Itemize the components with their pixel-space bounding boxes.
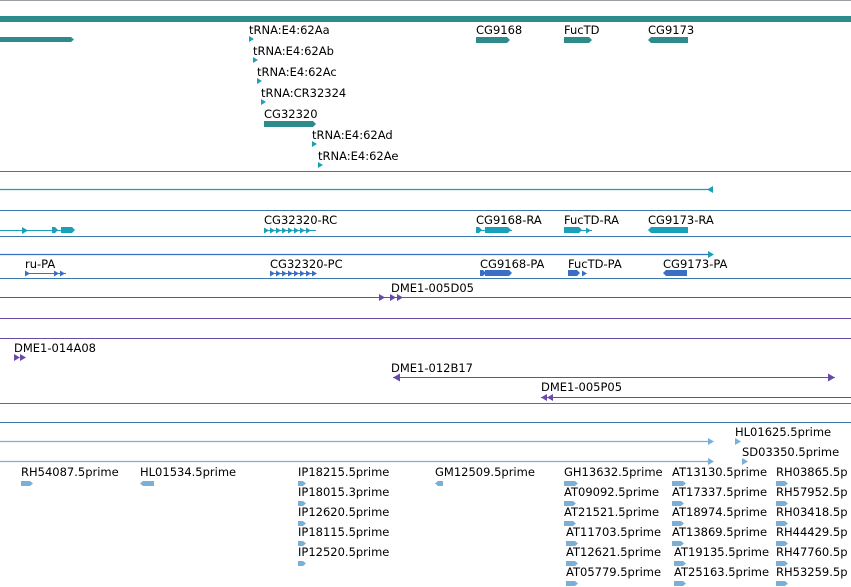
exon-arrow-icon — [288, 270, 293, 277]
clone-end-arrow-icon — [20, 354, 26, 361]
clone-end-arrow-icon — [397, 294, 403, 301]
est-label[interactable]: GH13632.5prime — [564, 465, 663, 479]
est-arrow-icon — [735, 438, 741, 445]
clone-end-arrow-icon — [828, 373, 835, 382]
est-feature — [566, 581, 578, 586]
gene-label[interactable]: CG9173 — [648, 23, 694, 37]
est-label[interactable]: RH03865.5p — [776, 465, 848, 479]
exon-arrow-icon — [582, 270, 587, 277]
est-feature — [776, 581, 788, 586]
est-label[interactable]: RH44429.5p — [776, 525, 848, 539]
gene-span-bar — [0, 16, 851, 22]
gene-label[interactable]: tRNA:CR32324 — [261, 86, 346, 100]
span-end-arrow-icon — [708, 438, 714, 445]
est-label[interactable]: AT12621.5prime — [566, 545, 661, 559]
est-label[interactable]: AT18974.5prime — [672, 505, 767, 519]
span-end-arrow-icon — [708, 458, 714, 465]
est-label[interactable]: AT11703.5prime — [566, 525, 661, 539]
est-label[interactable]: IP12520.5prime — [298, 545, 389, 559]
est-label[interactable]: AT09092.5prime — [564, 485, 659, 499]
est-label[interactable]: AT17337.5prime — [672, 485, 767, 499]
transcript-label[interactable]: CG32320-RC — [264, 213, 337, 227]
protein-label[interactable]: ru-PA — [25, 257, 55, 271]
gene-label[interactable]: FucTD — [564, 23, 599, 37]
clone-end-arrow-icon — [14, 354, 20, 361]
exon-arrow-icon — [300, 270, 305, 277]
est-label[interactable]: RH53259.5p — [776, 565, 848, 579]
est-feature — [674, 581, 686, 586]
exon-arrow-icon — [312, 270, 317, 277]
genome-browser-panel: tRNA:E4:62Aa tRNA:E4:62Ab tRNA:E4:62Ac tRNA… — [0, 0, 851, 587]
transcript-label[interactable]: FucTD-RA — [564, 213, 619, 227]
gene-feature — [648, 37, 688, 43]
est-label[interactable]: IP12620.5prime — [298, 505, 389, 519]
est-label[interactable]: RH54087.5prime — [21, 465, 119, 479]
est-label[interactable]: RH47760.5p — [776, 545, 848, 559]
clone-label[interactable]: DME1-012B17 — [391, 361, 473, 375]
est-label[interactable]: RH03418.5p — [776, 505, 848, 519]
exon-arrow-icon — [60, 270, 65, 277]
gene-label[interactable]: CG9168 — [476, 23, 522, 37]
exon-arrow-icon — [294, 270, 299, 277]
est-label[interactable]: HL01625.5prime — [735, 425, 831, 439]
exon-block — [648, 227, 688, 233]
exon-arrow-icon — [25, 270, 30, 277]
gene-label[interactable]: tRNA:E4:62Ac — [257, 65, 337, 79]
est-label[interactable]: AT13130.5prime — [672, 465, 767, 479]
est-feature — [298, 561, 306, 566]
gene-feature — [476, 37, 510, 43]
est-label[interactable]: IP18215.5prime — [298, 465, 389, 479]
gene-label[interactable]: CG32320 — [264, 107, 318, 121]
est-label[interactable]: IP18015.3prime — [298, 485, 389, 499]
gene-feature — [564, 37, 592, 43]
est-label[interactable]: SD03350.5prime — [742, 445, 839, 459]
clone-end-arrow-icon — [390, 294, 396, 301]
transcript-label[interactable]: CG9168-RA — [476, 213, 542, 227]
est-label[interactable]: GM12509.5prime — [435, 465, 535, 479]
protein-label[interactable]: CG9173-PA — [663, 257, 727, 271]
protein-label[interactable]: FucTD-PA — [568, 257, 622, 271]
gene-feature — [0, 37, 74, 42]
gene-label[interactable]: tRNA:E4:62Ad — [312, 128, 393, 142]
est-label[interactable]: HL01534.5prime — [140, 465, 236, 479]
exon-block — [52, 227, 58, 233]
est-feature — [435, 481, 443, 486]
clone-end-arrow-icon — [547, 394, 553, 401]
clone-label[interactable]: DME1-005D05 — [391, 281, 474, 295]
exon-arrow-icon — [22, 227, 28, 234]
transcript-label[interactable]: CG9173-RA — [648, 213, 714, 227]
est-label[interactable]: AT19135.5prime — [674, 545, 769, 559]
gene-feature — [264, 121, 316, 127]
exon-block — [61, 227, 75, 233]
est-arrow-icon — [742, 458, 748, 465]
exon-arrow-icon — [54, 270, 59, 277]
est-label[interactable]: AT25163.5prime — [674, 565, 769, 579]
clone-label[interactable]: DME1-014A08 — [14, 341, 96, 355]
exon-arrow-icon — [282, 270, 287, 277]
clone-label[interactable]: DME1-005P05 — [541, 380, 622, 394]
est-label[interactable]: RH57952.5p — [776, 485, 848, 499]
est-feature — [21, 481, 33, 486]
span-end-arrow-icon — [707, 186, 713, 193]
est-label[interactable]: AT13869.5prime — [672, 525, 767, 539]
est-label[interactable]: IP18115.5prime — [298, 525, 389, 539]
clone-end-arrow-icon — [379, 294, 385, 301]
est-label[interactable]: AT21521.5prime — [564, 505, 659, 519]
exon-arrow-icon — [306, 270, 311, 277]
gene-label[interactable]: tRNA:E4:62Aa — [249, 23, 330, 37]
est-label[interactable]: AT05779.5prime — [566, 565, 661, 579]
est-feature — [140, 481, 154, 486]
exon-arrow-icon — [270, 270, 275, 277]
clone-end-arrow-icon — [541, 394, 547, 401]
gene-label[interactable]: tRNA:E4:62Ae — [318, 149, 398, 163]
gene-label[interactable]: tRNA:E4:62Ab — [253, 44, 334, 58]
exon-arrow-icon — [276, 270, 281, 277]
protein-label[interactable]: CG9168-PA — [480, 257, 544, 271]
protein-label[interactable]: CG32320-PC — [270, 257, 343, 271]
